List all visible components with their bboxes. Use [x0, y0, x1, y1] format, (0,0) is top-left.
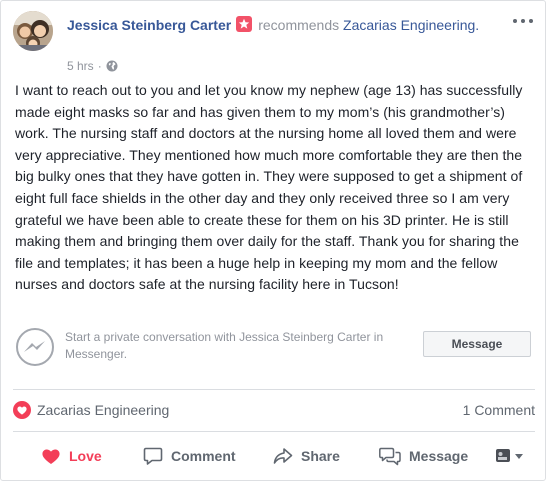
messenger-icon	[15, 327, 55, 367]
action-bar: Love Comment Share Message	[13, 441, 535, 471]
post-header: Jessica Steinberg Carter recommends Zacar…	[67, 15, 487, 35]
timestamp[interactable]: 5 hrs	[67, 59, 94, 73]
love-label: Love	[69, 448, 102, 464]
post-meta: 5 hrs ·	[67, 59, 118, 73]
divider	[13, 389, 535, 390]
avatar[interactable]	[13, 11, 53, 51]
globe-icon[interactable]	[106, 60, 118, 72]
love-button[interactable]: Love	[41, 441, 102, 471]
page-link[interactable]: Zacarias Engineering.	[343, 17, 479, 33]
post-card: Jessica Steinberg Carter recommends Zacar…	[0, 0, 546, 481]
audience-selector-icon[interactable]	[495, 441, 533, 471]
post-body: I want to reach out to you and let you k…	[15, 82, 523, 293]
reactions-row: Zacarias Engineering 1 Comment	[13, 399, 535, 421]
message-icon	[379, 447, 401, 466]
author-name[interactable]: Jessica Steinberg Carter	[67, 17, 231, 33]
divider	[13, 431, 535, 432]
comment-label: Comment	[171, 448, 236, 464]
recommend-star-icon	[236, 16, 253, 32]
separator-dot: ·	[97, 59, 102, 73]
message-button[interactable]: Message	[423, 331, 531, 357]
messenger-prompt-text: Start a private conversation with Jessic…	[65, 330, 384, 361]
comment-button[interactable]: Comment	[143, 441, 236, 471]
message-label: Message	[409, 448, 469, 464]
messenger-prompt: Start a private conversation with Jessic…	[15, 323, 533, 373]
share-button[interactable]: Share	[273, 441, 340, 471]
share-label: Share	[301, 448, 340, 464]
share-icon	[273, 448, 293, 464]
action-text: recommends	[258, 17, 340, 33]
message-action-button[interactable]: Message	[379, 441, 468, 471]
reaction-names[interactable]: Zacarias Engineering	[37, 402, 169, 418]
heart-icon[interactable]	[13, 401, 31, 419]
more-options-icon[interactable]	[513, 19, 533, 27]
heart-icon	[42, 449, 60, 464]
comment-icon	[143, 447, 163, 465]
comment-count[interactable]: 1 Comment	[463, 402, 535, 418]
